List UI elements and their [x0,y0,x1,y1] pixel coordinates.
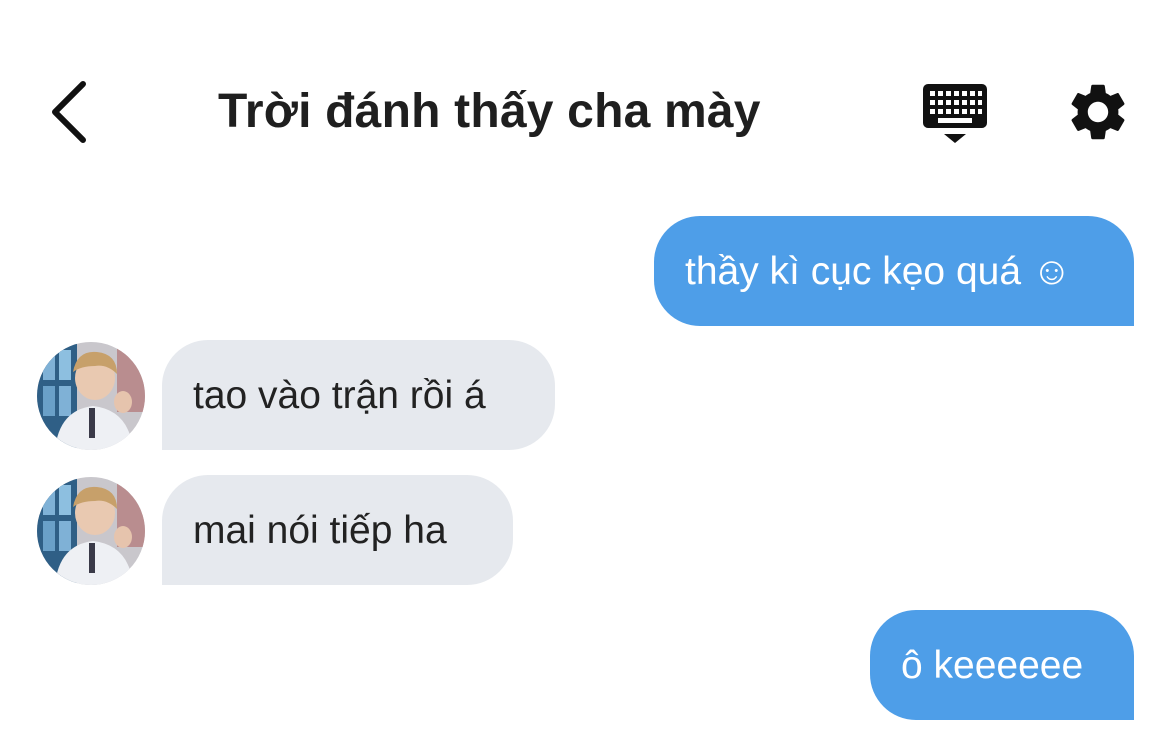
message-text: ô keeeeee [901,643,1084,687]
message-text: thầy kì cục kẹo quá ☺ [685,249,1072,293]
gear-icon [1071,84,1125,140]
chat-header: Trời đánh thấy cha mày [0,0,1170,190]
message-text: mai nói tiếp ha [193,508,447,552]
message-bubble-received[interactable]: mai nói tiếp ha [162,475,513,585]
avatar[interactable] [37,477,145,585]
chat-title: Trời đánh thấy cha mày [218,85,761,138]
keyboard-icon [923,84,987,143]
avatar-image [37,477,145,585]
avatar[interactable] [37,342,145,450]
keyboard-button[interactable] [918,80,992,146]
settings-button[interactable] [1064,78,1132,146]
chevron-left-icon [52,81,86,143]
message-bubble-received[interactable]: tao vào trận rồi á [162,340,555,450]
message-bubble-sent[interactable]: thầy kì cục kẹo quá ☺ [654,216,1134,326]
back-button[interactable] [34,72,104,152]
message-bubble-sent[interactable]: ô keeeeee [870,610,1134,720]
avatar-image [37,342,145,450]
message-text: tao vào trận rồi á [193,373,486,417]
